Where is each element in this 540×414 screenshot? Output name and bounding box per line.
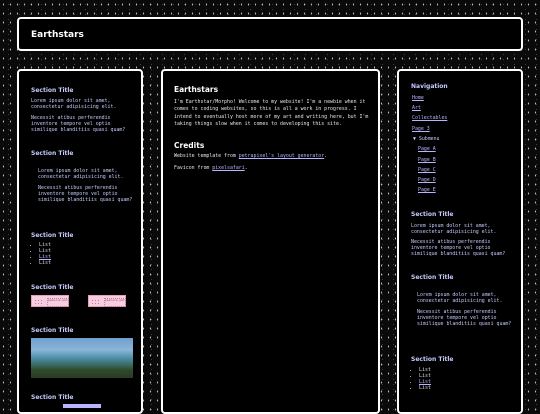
subnav-page-b[interactable]: Page B [418, 157, 436, 163]
subnav-page-c[interactable]: Page C [418, 167, 436, 173]
list: List List List List [33, 242, 51, 266]
favicon-link[interactable]: pixelsafari [212, 165, 244, 171]
submenu-toggle[interactable]: ▼ Submenu [413, 136, 440, 142]
stamp-badge: peacock.petal [31, 295, 69, 307]
landscape-image [31, 338, 133, 378]
section-title: Section Title [411, 211, 454, 218]
section-text: Lorem ipsum dolor sit amet, consectetur … [38, 168, 124, 180]
nav-title: Navigation [411, 83, 448, 90]
subnav-page-e[interactable]: Page E [418, 187, 436, 193]
section-title: Section Title [31, 150, 74, 157]
list: List List List List [413, 367, 431, 391]
section-text: Necessit atibus perferendis inventore te… [31, 115, 126, 133]
badge-pattern [34, 299, 44, 304]
subnav-page-d[interactable]: Page D [418, 177, 436, 183]
section-text: Necessit atibus perferendis inventore te… [411, 239, 506, 257]
site-title: Earthstars [31, 30, 84, 40]
credit-text: . [324, 153, 328, 159]
section-title: Section Title [411, 274, 454, 281]
main-content: Earthstars I'm Earthstar/Morpho! Welcome… [161, 69, 380, 414]
list-item: List [419, 385, 431, 391]
section-text: Lorem ipsum dolor sit amet, consectetur … [31, 98, 117, 110]
credit-text: . [244, 165, 248, 171]
section-text: Necessit atibus perferendis inventore te… [417, 309, 512, 327]
badge-label: peacock.petal [104, 298, 126, 307]
nav-home[interactable]: Home [412, 95, 424, 101]
intro-paragraph: I'm Earthstar/Morpho! Welcome to my webs… [174, 99, 369, 127]
section-text: Lorem ipsum dolor sit amet, consectetur … [411, 223, 497, 235]
stamp-badge: peacock.petal [88, 295, 126, 307]
section-text: Lorem ipsum dolor sit amet, consectetur … [417, 292, 503, 304]
template-link[interactable]: petrapixel's layout generator [239, 153, 324, 159]
credit-text: Website template from [174, 153, 239, 159]
right-sidebar: Navigation Home Art Collectables Page 3 … [397, 69, 523, 414]
section-title: Section Title [31, 87, 74, 94]
page-title: Earthstars [174, 85, 219, 94]
section-text: Necessit atibus perferendis inventore te… [38, 185, 133, 203]
section-title: Section Title [411, 356, 454, 363]
section-title: Section Title [31, 327, 74, 334]
section-title: Section Title [31, 232, 74, 239]
subnav-page-a[interactable]: Page A [418, 146, 436, 152]
section-title: Section Title [31, 394, 74, 401]
credit-line: Website template from petrapixel's layou… [174, 153, 372, 160]
nav-collectables[interactable]: Collectables [412, 115, 447, 121]
nav-art[interactable]: Art [412, 105, 421, 111]
list-item: List [39, 260, 51, 266]
left-sidebar: Section Title Lorem ipsum dolor sit amet… [17, 69, 143, 414]
badge-pattern [91, 299, 101, 304]
section-title: Section Title [31, 284, 74, 291]
credit-text: Favicon from [174, 165, 213, 171]
credit-line: Favicon from pixelsafari. [174, 165, 372, 172]
badge-label: peacock.petal [47, 298, 69, 307]
header-box: Earthstars [17, 17, 523, 51]
nav-page-3[interactable]: Page 3 [412, 126, 430, 132]
credits-heading: Credits [174, 141, 205, 150]
